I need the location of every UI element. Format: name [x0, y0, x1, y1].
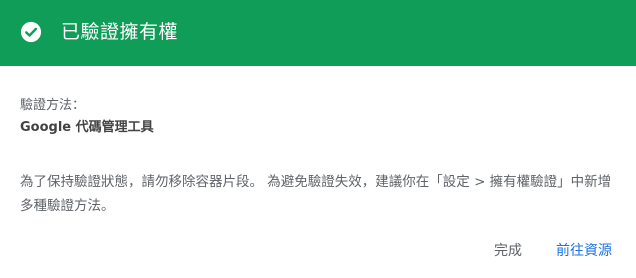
- dialog-title: 已驗證擁有權: [61, 21, 179, 43]
- verification-method-label: 驗證方法：: [20, 98, 86, 113]
- verification-notice: 為了保持驗證狀態，請勿移除容器片段。 為避免驗證失效，建議你在「設定 > 擁有權…: [20, 174, 612, 214]
- check-circle-icon: [20, 21, 42, 43]
- dialog-actions: 完成 前往資源: [494, 240, 612, 262]
- done-button[interactable]: 完成: [494, 240, 522, 262]
- verification-method-value: Google 代碼管理工具: [20, 120, 154, 135]
- go-to-property-button[interactable]: 前往資源: [556, 240, 612, 262]
- dialog-header: 已驗證擁有權: [0, 0, 636, 66]
- ownership-verified-dialog: 已驗證擁有權 驗證方法： Google 代碼管理工具 為了保持驗證狀態，請勿移除…: [0, 0, 636, 278]
